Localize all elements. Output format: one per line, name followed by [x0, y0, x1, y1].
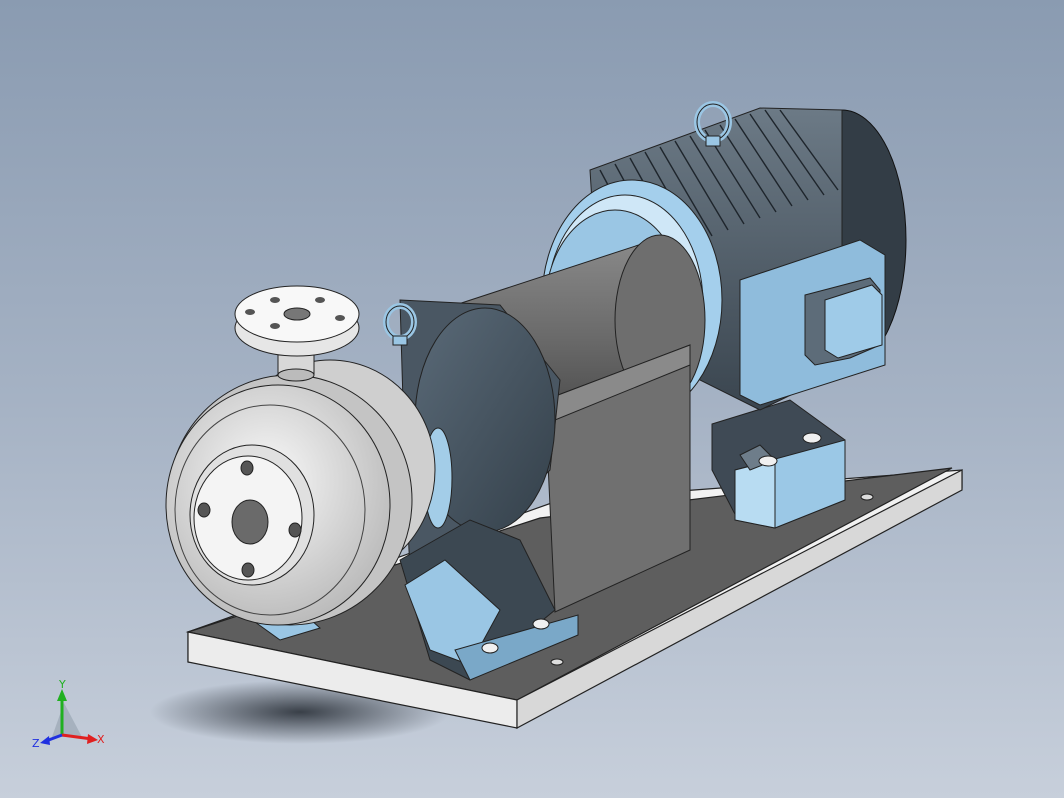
triad-cone — [52, 703, 82, 737]
orientation-triad[interactable]: Y X Z — [30, 675, 110, 755]
bolt — [802, 432, 822, 444]
flange-bolt-hole — [197, 502, 211, 518]
y-axis-label: Y — [58, 678, 66, 691]
flange-bolt-hole — [335, 315, 345, 321]
z-axis-label: Z — [32, 737, 40, 750]
bolt — [481, 642, 499, 654]
flange-bolt-hole — [288, 522, 302, 538]
bolt — [532, 618, 550, 630]
flange-bolt-hole — [241, 562, 255, 578]
x-axis-arrow — [61, 733, 93, 741]
suction-flange[interactable] — [189, 444, 315, 586]
flange-bolt-hole — [270, 297, 280, 303]
flange-bolt-hole — [270, 323, 280, 329]
x-axis-label: X — [97, 733, 105, 746]
pump-model-render[interactable] — [0, 0, 1064, 798]
flange-bolt-hole — [315, 297, 325, 303]
flange-bolt-hole — [240, 460, 254, 476]
flange-bolt-hole — [245, 309, 255, 315]
bolt — [758, 455, 778, 467]
mount-hole — [550, 658, 564, 666]
cad-viewport[interactable]: Y X Z — [0, 0, 1064, 798]
z-axis-arrowhead — [40, 736, 50, 745]
mount-hole — [860, 493, 874, 501]
